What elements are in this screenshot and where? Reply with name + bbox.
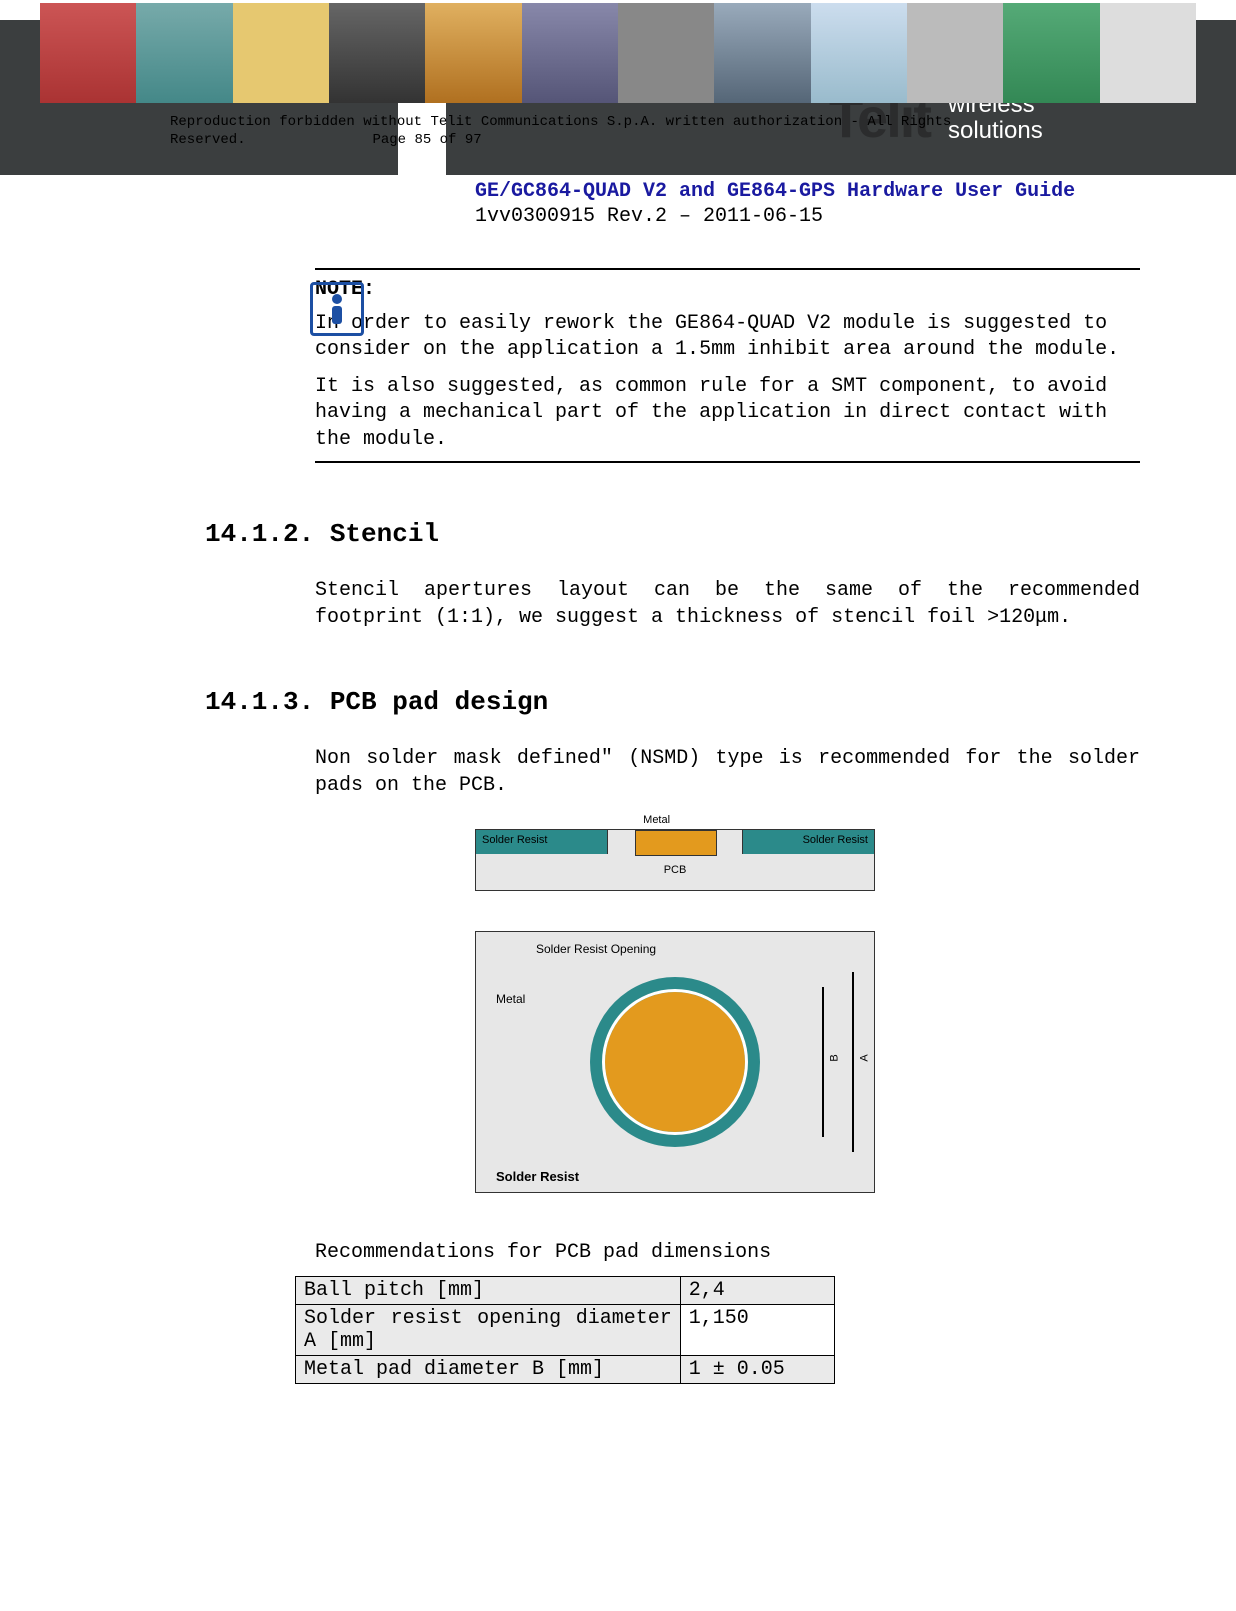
- rule-bottom: [315, 461, 1140, 463]
- label-sr-opening: Solder Resist Opening: [536, 942, 656, 956]
- table-row: Metal pad diameter B [mm] 1 ± 0.05: [296, 1355, 835, 1383]
- note-heading: NOTE:: [315, 278, 1140, 301]
- footer-image-band: [40, 3, 1196, 103]
- label-solder-resist-bottom: Solder Resist: [496, 1169, 579, 1184]
- label-solder-resist-right: Solder Resist: [803, 834, 868, 846]
- diagram-cross-section: Solder Resist Metal Solder Resist PCB: [475, 829, 875, 891]
- footer-text: Reproduction forbidden without Telit Com…: [170, 113, 951, 149]
- doc-title: GE/GC864-QUAD V2 and GE864-GPS Hardware …: [475, 180, 1195, 203]
- table-cell-value: 1 ± 0.05: [680, 1355, 834, 1383]
- label-solder-resist-left: Solder Resist: [482, 834, 547, 846]
- dimension-line-b: [822, 987, 824, 1137]
- note-box: NOTE: In order to easily rework the GE86…: [315, 268, 1140, 463]
- pcb-body: Non solder mask defined" (NSMD) type is …: [315, 745, 1140, 799]
- note-paragraph-2: It is also suggested, as common rule for…: [315, 374, 1140, 453]
- label-dim-b: B: [828, 1054, 840, 1061]
- table-cell-key: Solder resist opening diameter A [mm]: [296, 1304, 681, 1355]
- label-metal-2: Metal: [496, 992, 525, 1006]
- nsmd-diagram: Solder Resist Metal Solder Resist PCB So…: [475, 829, 875, 1219]
- label-metal: Metal: [643, 814, 670, 826]
- metal-pad-disc: [605, 992, 745, 1132]
- footer-reserved: Reserved.: [170, 132, 246, 148]
- page-content: NOTE: In order to easily rework the GE86…: [210, 260, 1140, 1384]
- footer-page-number: Page 85 of 97: [372, 132, 481, 148]
- pcb-dimensions-table: Ball pitch [mm] 2,4 Solder resist openin…: [295, 1276, 835, 1384]
- label-pcb: PCB: [664, 864, 687, 876]
- table-row: Solder resist opening diameter A [mm] 1,…: [296, 1304, 835, 1355]
- metal-pad-cross: [635, 830, 717, 856]
- heading-pcb-pad: 14.1.3. PCB pad design: [205, 687, 1140, 717]
- doc-title-block: GE/GC864-QUAD V2 and GE864-GPS Hardware …: [475, 180, 1195, 228]
- table-cell-key: Ball pitch [mm]: [296, 1276, 681, 1304]
- table-row: Ball pitch [mm] 2,4: [296, 1276, 835, 1304]
- note-paragraph-1: In order to easily rework the GE864-QUAD…: [315, 311, 1140, 364]
- diagram-top-view: Solder Resist Opening Metal Solder Resis…: [475, 931, 875, 1193]
- footer-line1: Reproduction forbidden without Telit Com…: [170, 114, 951, 130]
- brand-tagline-line2: solutions: [948, 117, 1043, 144]
- doc-revision: 1vv0300915 Rev.2 – 2011-06-15: [475, 205, 1195, 228]
- stencil-body: Stencil apertures layout can be the same…: [315, 577, 1140, 631]
- recommendations-caption: Recommendations for PCB pad dimensions: [315, 1239, 1140, 1266]
- rule-top: [315, 268, 1140, 270]
- dimension-line-a: [852, 972, 854, 1152]
- label-dim-a: A: [858, 1054, 870, 1061]
- info-icon: [310, 282, 364, 336]
- heading-stencil: 14.1.2. Stencil: [205, 519, 1140, 549]
- table-cell-value: 2,4: [680, 1276, 834, 1304]
- table-cell-value: 1,150: [680, 1304, 834, 1355]
- table-cell-key: Metal pad diameter B [mm]: [296, 1355, 681, 1383]
